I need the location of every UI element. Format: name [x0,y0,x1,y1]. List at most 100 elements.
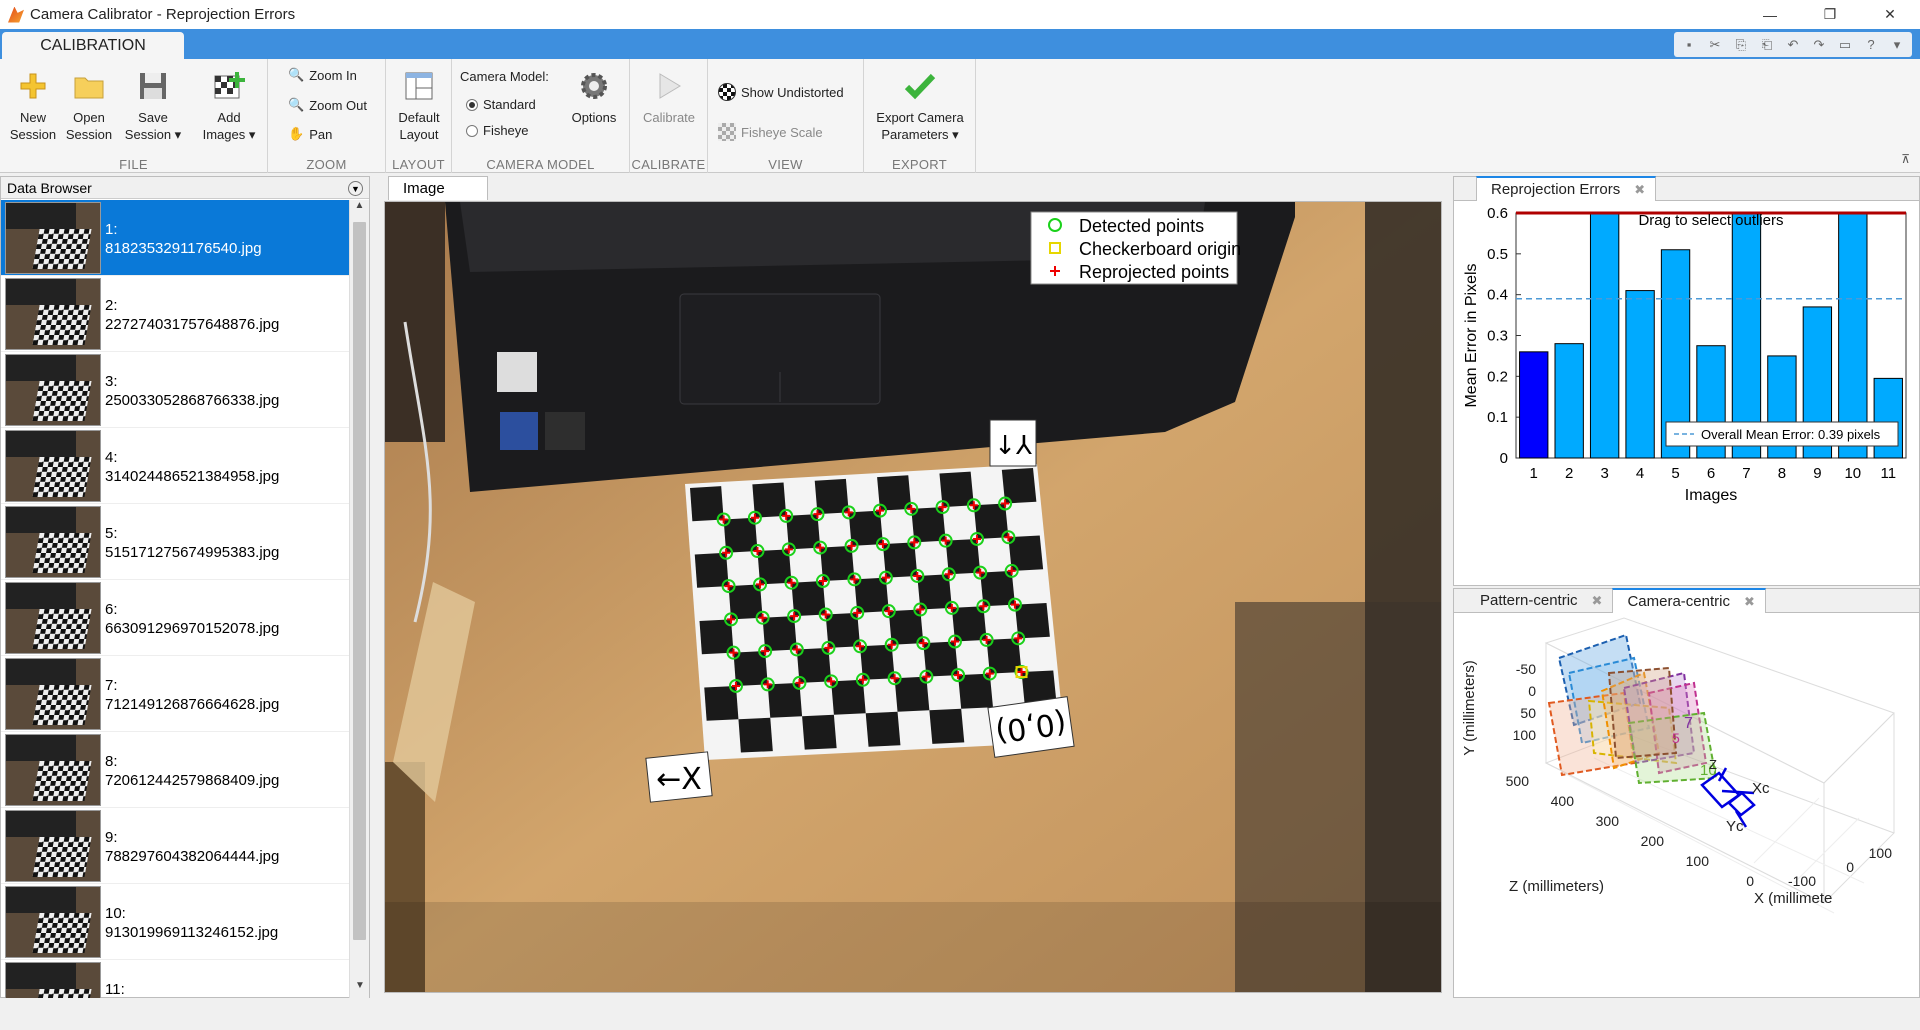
close-tab-icon[interactable]: ✖ [1592,593,1603,609]
fisheye-scale-button[interactable]: Fisheye Scale [718,123,823,141]
chevron-down-icon[interactable]: ▼ [348,181,363,196]
paste-icon[interactable]: ⎗ [1758,36,1776,54]
list-item-label: 8: 720612442579868409.jpg [105,753,280,789]
minimize-button[interactable]: — [1740,0,1800,29]
section-camera-model: Camera Model: Standard Fisheye Options C… [452,59,630,173]
switch-windows-icon[interactable]: ▭ [1836,36,1854,54]
bar [1838,212,1868,459]
open-session-button[interactable]: Open Session [60,65,118,143]
extrinsics-3d-plot[interactable]: 7 5 10 Xc Yc Z -50050100 500400300200100… [1454,613,1920,998]
save-icon[interactable]: ▪ [1680,36,1698,54]
radio-selected-icon [466,98,478,111]
save-session-button[interactable]: Save Session ▾ [122,65,184,143]
checkerboard-icon [718,83,736,101]
redo-icon[interactable]: ↷ [1810,36,1828,54]
help-icon[interactable]: ? [1862,36,1880,54]
maximize-button[interactable]: ❐ [1800,0,1860,29]
vertical-scrollbar[interactable]: ▲ ▼ [349,200,369,998]
tab-reprojection-errors[interactable]: Reprojection Errors ✖ [1476,176,1657,201]
camera-model-label: Camera Model: [460,69,549,84]
cut-icon[interactable]: ✂ [1706,36,1724,54]
export-camera-parameters-button[interactable]: Export Camera Parameters ▾ [868,65,972,143]
list-item[interactable]: 7: 712149126876664628.jpg [1,656,349,732]
y-tick-label: 0.5 [1487,246,1508,263]
add-images-icon [212,69,246,103]
drag-hint: Drag to select outliers [1638,212,1783,229]
close-tab-icon[interactable]: ✖ [1634,182,1645,198]
close-tab-icon[interactable]: ✖ [1744,594,1755,610]
list-item[interactable]: 3: 250033052868766338.jpg [1,352,349,428]
list-item[interactable]: 5: 515171275674995383.jpg [1,504,349,580]
tab-calibration[interactable]: CALIBRATION [2,32,184,59]
fisheye-scale-label: Fisheye Scale [741,124,823,140]
x-tick-label: 0 [1846,859,1854,875]
section-zoom: 🔍 Zoom In 🔍 Zoom Out ✋ Pan ZOOM [268,59,386,173]
list-item[interactable]: 11: [1,960,349,998]
list-item-label: 1: 8182353291176540.jpg [105,221,262,257]
toolstrip: New Session Open Session Save Session ▾ … [0,59,1920,173]
bar [1519,351,1549,459]
list-item-label: 2: 227274031757648876.jpg [105,297,280,333]
fisheye-radio[interactable]: Fisheye [466,123,529,138]
layout-icon [402,69,436,103]
fisheye-label: Fisheye [483,123,529,138]
list-item[interactable]: 1: 8182353291176540.jpg [1,200,349,276]
list-item[interactable]: 8: 720612442579868409.jpg [1,732,349,808]
thumbnail-image [5,582,101,654]
zoom-out-label: Zoom Out [309,97,367,113]
y-tick-label: 0.1 [1487,409,1508,426]
x-tick-label: 5 [1671,465,1679,482]
x-tick-label: 3 [1600,465,1608,482]
section-label-file: FILE [119,157,148,172]
zoom-out-button[interactable]: 🔍 Zoom Out [288,97,367,113]
reprojection-bar-chart[interactable]: 0 0.1 0.2 0.3 0.4 0.5 0.6 1 2 3 4 5 6 7 8 9 10 11 Drag to … [1454,201,1920,586]
x-tick-label: -100 [1788,873,1816,889]
expand-icon[interactable]: ▾ [1888,36,1906,54]
mean-legend-label: Overall Mean Error: 0.39 pixels [1701,427,1881,442]
legend-reprojected-label: Reprojected points [1079,262,1229,282]
matlab-logo-icon [8,6,24,23]
scroll-up-icon[interactable]: ▲ [350,200,369,218]
thumbnail-image [5,506,101,578]
section-label-layout: LAYOUT [392,157,445,172]
y-tick-label: 100 [1513,727,1537,743]
tab-image[interactable]: Image [388,176,488,200]
default-layout-label: Default Layout [398,110,440,142]
undo-icon[interactable]: ↶ [1784,36,1802,54]
default-layout-button[interactable]: Default Layout [390,65,448,143]
list-item[interactable]: 9: 788297604382064444.jpg [1,808,349,884]
standard-label: Standard [483,97,536,112]
zoom-in-icon: 🔍 [288,67,305,82]
thumbnail-image [5,810,101,882]
zoom-in-button[interactable]: 🔍 Zoom In [288,67,357,83]
standard-radio[interactable]: Standard [466,97,536,112]
pan-button[interactable]: ✋ Pan [288,126,332,142]
x-tick-label: 9 [1813,465,1821,482]
list-item[interactable]: 6: 663091296970152078.jpg [1,580,349,656]
scrollbar-thumb[interactable] [353,222,366,940]
z-tick-label: 100 [1686,853,1710,869]
y-axis-title: Y (millimeters) [1461,660,1478,756]
collapse-toolstrip-icon[interactable]: ⊼ [1901,152,1910,166]
copy-icon[interactable]: ⎘ [1732,36,1750,54]
camera-x-axis-label: Xc [1752,780,1770,797]
tab-pattern-centric[interactable]: Pattern-centric ✖ [1466,589,1612,612]
x-axis-label: ←X [645,751,713,803]
legend-origin-label: Checkerboard origin [1079,239,1241,259]
scroll-down-icon[interactable]: ▼ [350,980,370,998]
camera-centric-label: Camera-centric [1627,593,1730,610]
list-item[interactable]: 2: 227274031757648876.jpg [1,276,349,352]
new-session-button[interactable]: New Session [4,65,62,143]
tab-camera-centric[interactable]: Camera-centric ✖ [1612,588,1766,613]
add-images-button[interactable]: Add Images ▾ [196,65,262,143]
status-bar [0,1002,1920,1030]
pan-label: Pan [309,126,333,142]
list-item[interactable]: 4: 314024486521384958.jpg [1,428,349,504]
show-undistorted-button[interactable]: Show Undistorted [718,83,844,101]
options-button[interactable]: Options [564,65,624,126]
close-button[interactable]: ✕ [1860,0,1920,29]
section-label-camera-model: CAMERA MODEL [486,157,595,172]
calibrate-button[interactable]: Calibrate [638,65,700,126]
reprojection-tabs: Reprojection Errors ✖ [1454,176,1919,201]
list-item[interactable]: 10: 913019969113246152.jpg [1,884,349,960]
